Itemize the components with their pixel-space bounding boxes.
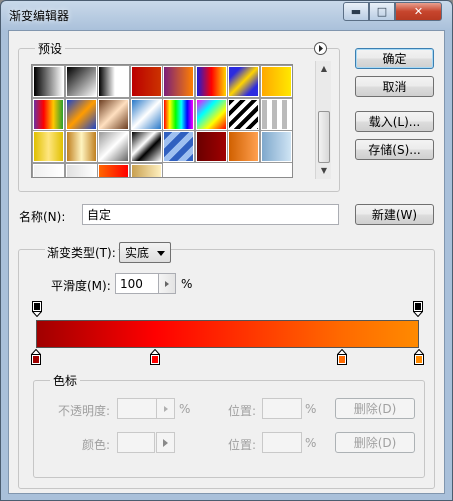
opacity-stepper[interactable]	[156, 398, 175, 419]
chevron-right-icon	[163, 405, 168, 412]
circle-arrow-icon[interactable]	[314, 42, 327, 55]
color-stop[interactable]	[31, 349, 41, 365]
color-stop[interactable]	[149, 349, 160, 365]
gradient-bar[interactable]	[36, 320, 419, 348]
presets-legend: 预设	[35, 40, 66, 57]
stops-group: 色标	[33, 372, 425, 478]
name-label: 名称(N):	[19, 210, 66, 224]
new-button[interactable]: 新建(W)	[355, 204, 434, 225]
scroll-up-icon[interactable]: ▲	[316, 61, 332, 77]
preset-swatch[interactable]	[97, 162, 130, 177]
dialog-client: 预设 ▲ ▼ 确定 取消 载入(L)... 存储(S)... 名称(N): 新建…	[8, 30, 445, 494]
preset-swatch[interactable]	[32, 97, 65, 131]
opacity-stop-left[interactable]	[32, 301, 42, 317]
maximize-icon: □	[376, 5, 388, 18]
close-icon: ✕	[413, 5, 424, 18]
chevron-down-icon	[157, 251, 165, 256]
preset-swatch[interactable]	[129, 65, 163, 98]
load-button[interactable]: 载入(L)...	[355, 111, 434, 132]
color-position-label: 位置:	[228, 438, 257, 452]
preset-swatch[interactable]	[194, 130, 228, 163]
presets-swatch-grid	[31, 64, 293, 178]
preset-swatch[interactable]	[194, 97, 228, 131]
preset-swatch[interactable]	[162, 65, 195, 98]
preset-swatch[interactable]	[259, 65, 292, 98]
preset-swatch[interactable]	[162, 97, 195, 131]
opacity-unit: %	[179, 402, 191, 416]
preset-swatch[interactable]	[259, 130, 292, 163]
presets-scrollbar[interactable]: ▲ ▼	[315, 61, 331, 179]
preset-swatch[interactable]	[97, 130, 130, 163]
opacity-position-input[interactable]	[262, 398, 302, 419]
preset-swatch[interactable]	[97, 65, 130, 98]
preset-swatch[interactable]	[32, 162, 65, 177]
preset-swatch[interactable]	[129, 162, 163, 177]
scroll-down-icon[interactable]: ▼	[316, 163, 332, 179]
color-stops-track	[31, 349, 424, 367]
opacity-input[interactable]	[117, 398, 157, 419]
gradient-editor-window: 渐变编辑器 ▬ □ ✕ 预设 ▲ ▼ 确定 取消 载入(L)... 存储(S).…	[0, 0, 453, 501]
smoothness-unit: %	[181, 277, 193, 291]
preset-swatch[interactable]	[32, 65, 65, 98]
smoothness-label: 平滑度(M):	[51, 279, 111, 293]
color-swatch[interactable]	[117, 432, 155, 453]
color-position-input[interactable]	[262, 432, 302, 453]
gradient-type-value: 实底	[125, 246, 150, 260]
preset-swatch[interactable]	[227, 65, 260, 98]
close-button[interactable]: ✕	[395, 2, 442, 21]
window-title: 渐变编辑器	[9, 9, 70, 23]
gradient-type-label: 渐变类型(T):	[45, 244, 118, 261]
preset-swatch[interactable]	[129, 97, 163, 131]
color-label: 颜色:	[82, 438, 111, 452]
color-dropdown[interactable]	[156, 432, 175, 453]
stops-legend: 色标	[50, 372, 81, 389]
chevron-right-icon	[163, 438, 168, 447]
preset-swatch[interactable]	[259, 97, 292, 131]
chevron-right-icon	[165, 280, 169, 287]
cancel-button[interactable]: 取消	[355, 76, 434, 97]
color-stop[interactable]	[414, 349, 424, 365]
preset-swatch[interactable]	[129, 130, 163, 163]
name-input[interactable]	[82, 204, 339, 225]
gradient-type-select[interactable]: 实底	[119, 242, 171, 263]
scroll-thumb[interactable]	[318, 111, 330, 163]
preset-swatch[interactable]	[162, 130, 195, 163]
preset-swatch[interactable]	[64, 65, 98, 98]
opacity-label: 不透明度:	[58, 404, 111, 418]
title-bar[interactable]: 渐变编辑器 ▬ □ ✕	[1, 1, 452, 29]
preset-swatch[interactable]	[64, 162, 98, 177]
color-stop[interactable]	[337, 349, 348, 365]
opacity-stop-right[interactable]	[413, 301, 423, 317]
delete-opacity-stop-button[interactable]: 删除(D)	[335, 398, 415, 419]
opacity-position-unit: %	[305, 402, 317, 416]
preset-swatch[interactable]	[227, 97, 260, 131]
preset-swatch[interactable]	[194, 65, 228, 98]
preset-swatch[interactable]	[97, 97, 130, 131]
opacity-position-label: 位置:	[228, 404, 257, 418]
preset-swatch[interactable]	[227, 130, 260, 163]
delete-color-stop-button[interactable]: 删除(D)	[335, 432, 415, 453]
minimize-button[interactable]: ▬	[343, 2, 369, 21]
maximize-button[interactable]: □	[369, 2, 395, 21]
preset-swatch[interactable]	[64, 130, 98, 163]
ok-button[interactable]: 确定	[355, 48, 434, 69]
minimize-icon: ▬	[350, 5, 362, 18]
save-button[interactable]: 存储(S)...	[355, 139, 434, 160]
preset-swatch[interactable]	[64, 97, 98, 131]
smoothness-input[interactable]	[115, 273, 159, 294]
preset-swatch[interactable]	[32, 130, 65, 163]
smoothness-stepper[interactable]	[158, 273, 176, 294]
color-position-unit: %	[305, 436, 317, 450]
